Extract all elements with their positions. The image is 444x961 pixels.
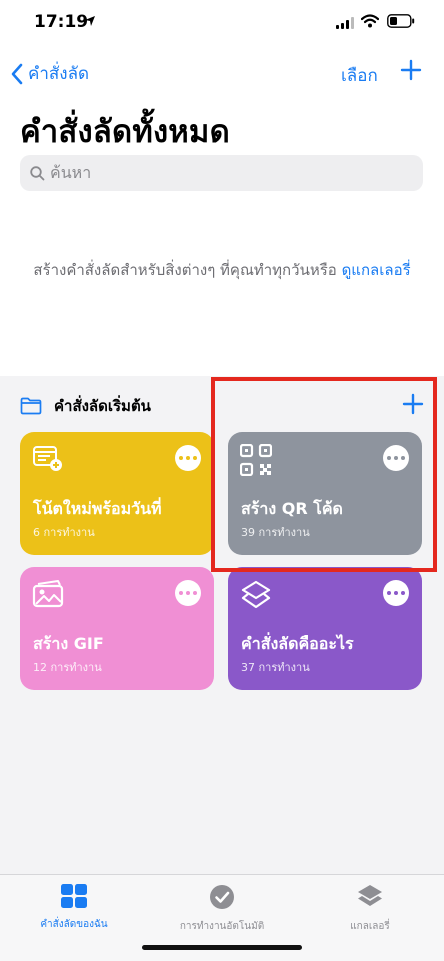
card-action-count: 6 การทำงาน [33,526,95,539]
card-title: โน้ตใหม่พร้อมวันที่ [33,499,162,518]
shortcut-card-new-note[interactable]: โน้ตใหม่พร้อมวันที่ 6 การทำงาน [20,432,214,555]
tab-gallery[interactable]: แกลเลอรี่ [296,883,444,934]
tab-label: การทำงานอัตโนมัติ [179,921,265,932]
location-arrow-icon [85,16,95,26]
shortcut-card-make-gif[interactable]: สร้าง GIF 12 การทำงาน [20,567,214,690]
tab-label: แกลเลอรี่ [350,921,390,932]
search-placeholder: ค้นหา [50,162,92,182]
grid-icon [61,884,87,908]
card-action-count: 12 การทำงาน [33,661,102,674]
card-title: สร้าง GIF [33,634,104,653]
gallery-link[interactable]: ดูแกลเลอรี่ [342,261,411,279]
navigation-bar: คำสั่งลัด เลือก [0,52,444,92]
wifi-icon [361,14,379,28]
note-add-icon [33,446,62,471]
shortcuts-layers-icon [241,580,271,609]
tab-my-shortcuts[interactable]: คำสั่งลัดของฉัน [0,883,148,932]
more-options-button[interactable] [175,580,201,606]
card-action-count: 37 การทำงาน [241,661,310,674]
search-icon [30,165,45,180]
cellular-signal-icon [336,17,354,29]
gallery-promo: สร้างคำสั่งลัดสำหรับสิ่งต่างๆ ที่คุณทำทุ… [30,256,414,285]
more-options-button[interactable] [175,445,201,471]
tab-label: คำสั่งลัดของฉัน [40,919,108,930]
folder-icon [20,397,42,415]
folder-title: คำสั่งลัดเริ่มต้น [54,397,151,415]
back-button[interactable]: คำสั่งลัด [10,60,89,87]
page-title: คำสั่งลัดทั้งหมด [20,114,230,150]
back-button-label: คำสั่งลัด [28,64,90,84]
automation-clock-icon [210,885,234,909]
select-button[interactable]: เลือก [341,62,378,89]
more-options-button[interactable] [383,580,409,606]
home-indicator [142,945,302,950]
add-shortcut-button[interactable] [400,59,422,81]
search-input[interactable]: ค้นหา [20,155,423,191]
highlight-annotation-box [211,377,437,572]
photos-icon [32,580,64,608]
status-bar: 17:19 [0,0,444,48]
promo-text: สร้างคำสั่งลัดสำหรับสิ่งต่างๆ ที่คุณทำทุ… [33,261,337,279]
gallery-layers-icon [358,885,382,906]
shortcut-card-what-is-shortcut[interactable]: คำสั่งลัดคืออะไร 37 การทำงาน [228,567,422,690]
card-title: คำสั่งลัดคืออะไร [241,634,354,653]
battery-icon [387,14,415,28]
status-time: 17:19 [34,12,89,32]
chevron-left-icon [11,63,23,84]
tab-automation[interactable]: การทำงานอัตโนมัติ [148,883,296,934]
